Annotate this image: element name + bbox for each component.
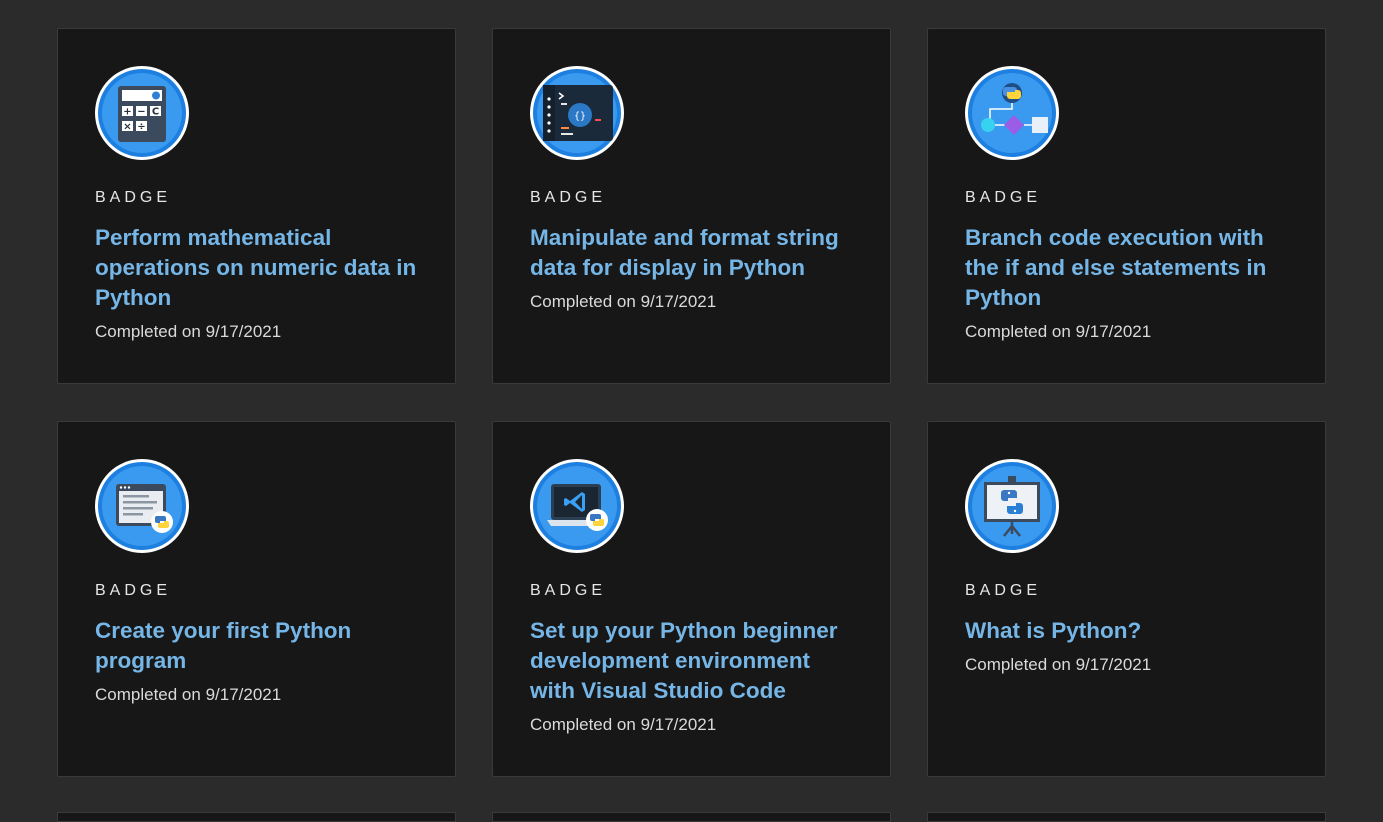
badge-kicker: BADGE <box>965 582 1042 599</box>
badge-kicker: BADGE <box>95 189 172 206</box>
badge-card: BADGE What is Python? Completed on 9/17/… <box>927 421 1326 777</box>
badge-kicker: BADGE <box>965 189 1042 206</box>
badge-title-link[interactable]: Set up your Python beginner development … <box>530 616 854 706</box>
badge-card-partial <box>57 812 456 822</box>
badge-card: BADGE Create your first Python program C… <box>57 421 456 777</box>
badge-title-link[interactable]: What is Python? <box>965 616 1289 646</box>
badge-card-partial <box>927 812 1326 822</box>
calculator-icon: + − C × ÷ <box>95 66 189 160</box>
svg-text:−: − <box>137 107 145 118</box>
badge-kicker: BADGE <box>95 582 172 599</box>
svg-text:÷: ÷ <box>137 122 145 133</box>
badge-card: BADGE Set up your Python beginner develo… <box>492 421 891 777</box>
completion-date: Completed on 9/17/2021 <box>95 322 282 341</box>
badge-card: + − C × ÷ BADGE Perform mathematical ope… <box>57 28 456 384</box>
completion-date: Completed on 9/17/2021 <box>530 292 717 311</box>
svg-text:×: × <box>123 122 131 133</box>
badge-title-link[interactable]: Branch code execution with the if and el… <box>965 223 1289 313</box>
badge-title-link[interactable]: Create your first Python program <box>95 616 419 676</box>
badge-card: {} BADGE Manipulate and format string da… <box>492 28 891 384</box>
badge-kicker: BADGE <box>530 189 607 206</box>
svg-text:C: C <box>152 107 159 118</box>
code-editor-icon: {} <box>530 66 624 160</box>
flowchart-icon <box>965 66 1059 160</box>
program-window-icon <box>95 459 189 553</box>
completion-date: Completed on 9/17/2021 <box>530 715 717 734</box>
svg-text:+: + <box>123 107 131 118</box>
badge-title-link[interactable]: Manipulate and format string data for di… <box>530 223 854 283</box>
completion-date: Completed on 9/17/2021 <box>965 322 1152 341</box>
completion-date: Completed on 9/17/2021 <box>965 655 1152 674</box>
badge-card-partial <box>492 812 891 822</box>
badge-card: BADGE Branch code execution with the if … <box>927 28 1326 384</box>
svg-text:{}: {} <box>574 111 586 122</box>
presentation-board-icon <box>965 459 1059 553</box>
vscode-laptop-icon <box>530 459 624 553</box>
badge-title-link[interactable]: Perform mathematical operations on numer… <box>95 223 419 313</box>
badge-kicker: BADGE <box>530 582 607 599</box>
badge-grid: + − C × ÷ BADGE Perform mathematical ope… <box>57 28 1326 777</box>
completion-date: Completed on 9/17/2021 <box>95 685 282 704</box>
